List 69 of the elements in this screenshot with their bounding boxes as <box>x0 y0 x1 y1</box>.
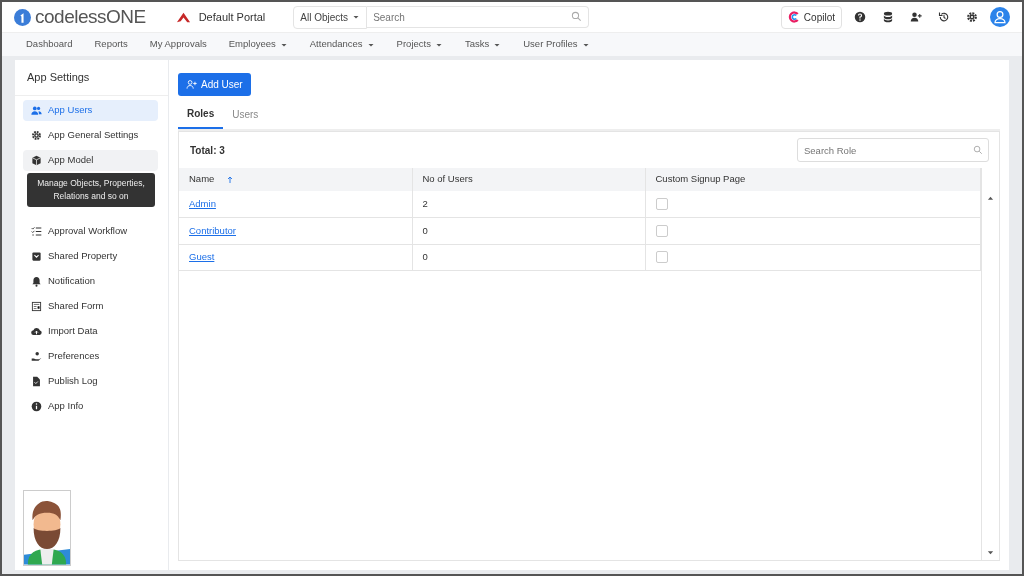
logo-text: codelessONE <box>35 4 146 29</box>
search-field[interactable]: Search <box>367 6 590 28</box>
role-link[interactable]: Admin <box>189 197 216 209</box>
scope-dropdown[interactable]: All Objects <box>293 5 368 29</box>
portal-title: Default Portal <box>198 9 266 25</box>
cube-icon <box>31 154 42 166</box>
nav-link[interactable]: Dashboard <box>26 37 73 52</box>
nav-link[interactable]: Tasks <box>464 37 502 52</box>
history-icon[interactable] <box>938 11 950 23</box>
sidebar-item[interactable]: App Users <box>23 99 158 121</box>
cloud-upload-icon <box>31 325 42 337</box>
gear-icon <box>31 129 42 141</box>
sidebar-item[interactable]: App Model <box>23 149 158 171</box>
inbox-icon <box>31 250 42 262</box>
total-count: Total: 3 <box>190 143 225 158</box>
copilot-button[interactable]: Copilot <box>780 5 842 29</box>
nav-link[interactable]: Reports <box>94 37 128 52</box>
copilot-logo-icon <box>787 11 800 23</box>
table-cell: 0 <box>422 224 428 236</box>
form-icon <box>31 300 42 312</box>
logo-icon <box>14 8 31 26</box>
column-header: Name <box>189 173 215 185</box>
sidebar-item[interactable]: Shared Property <box>23 245 158 267</box>
checkbox[interactable] <box>655 198 668 210</box>
help-icon[interactable] <box>854 11 866 23</box>
sidebar-item[interactable]: Approval Workflow <box>23 220 158 242</box>
checklist-icon <box>31 225 42 237</box>
role-link[interactable]: Contributor <box>189 224 236 236</box>
add-user-button[interactable]: Add User <box>178 73 251 96</box>
sidebar-title: App Settings <box>15 60 168 96</box>
avatar-icon[interactable] <box>990 7 1010 27</box>
column-header: Custom Signup Page <box>655 173 746 185</box>
sidebar-item[interactable]: Shared Form <box>23 295 158 317</box>
sidebar-item[interactable]: Notification <box>23 270 158 292</box>
caret-icon <box>352 13 361 21</box>
scroll-down-icon[interactable] <box>987 549 994 556</box>
nav-link[interactable]: User Profiles <box>523 37 590 52</box>
table-cell: 0 <box>422 251 428 263</box>
tab[interactable]: Users <box>223 102 268 129</box>
database-icon[interactable] <box>882 11 894 23</box>
role-link[interactable]: Guest <box>189 251 215 263</box>
search-icon[interactable] <box>571 11 583 22</box>
add-user-icon[interactable] <box>910 11 922 23</box>
nav-link[interactable]: My Approvals <box>149 37 207 52</box>
search-icon[interactable] <box>973 145 983 155</box>
tooltip: Manage Objects, Properties, Relations and so on <box>27 173 155 207</box>
document-icon <box>31 375 42 387</box>
nav-link[interactable]: Projects <box>396 37 443 52</box>
add-user-icon <box>186 79 197 90</box>
users-icon <box>31 104 42 116</box>
nav-link[interactable]: Attendances <box>309 37 375 52</box>
bell-icon <box>31 275 42 287</box>
search-field[interactable]: Search Role <box>797 138 989 162</box>
info-icon <box>31 400 42 412</box>
sidebar-item[interactable]: App General Settings <box>23 124 158 146</box>
sort-arrow-icon[interactable] <box>226 175 235 185</box>
scroll-up-icon[interactable] <box>987 195 994 202</box>
sidebar-item[interactable]: Import Data <box>23 320 158 342</box>
settings-icon[interactable] <box>966 11 978 23</box>
checkbox[interactable] <box>655 224 668 237</box>
hand-icon <box>31 350 42 362</box>
column-header: No of Users <box>422 173 473 185</box>
sidebar-item[interactable]: Preferences <box>23 345 158 367</box>
table-cell: 2 <box>422 197 428 209</box>
sidebar-item[interactable]: Publish Log <box>23 370 158 392</box>
checkbox[interactable] <box>655 251 668 264</box>
sidebar-item[interactable]: App Info <box>23 395 158 417</box>
nav-link[interactable]: Employees <box>228 37 288 52</box>
tab[interactable]: Roles <box>178 102 224 129</box>
